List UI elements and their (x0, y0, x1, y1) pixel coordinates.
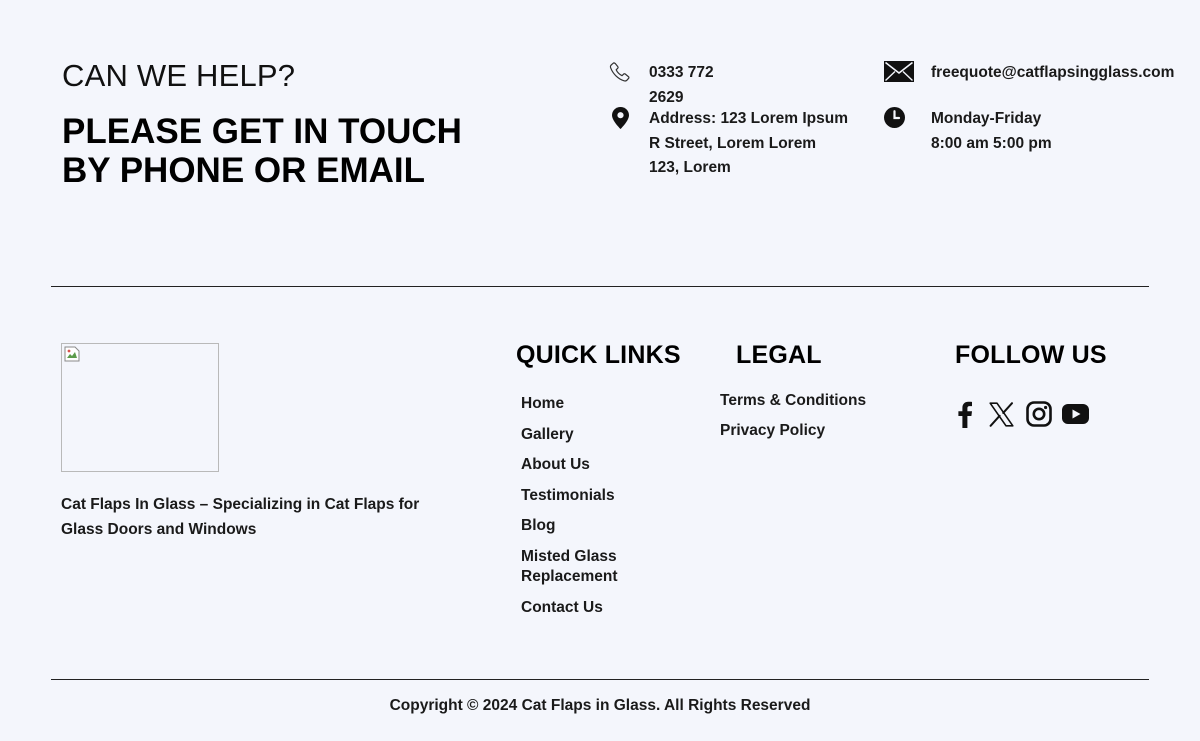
youtube-icon[interactable] (1057, 398, 1094, 430)
section-divider (51, 286, 1149, 287)
legal-link-terms[interactable]: Terms & Conditions (720, 391, 866, 412)
instagram-icon[interactable] (1020, 398, 1057, 430)
hours-line-1: Monday-Friday (931, 110, 1042, 127)
phone-icon (609, 61, 631, 83)
hours-line-2: 8:00 am 5:00 pm (931, 134, 1052, 152)
site-logo[interactable] (61, 343, 219, 472)
quick-links-heading: QUICK LINKS (516, 341, 681, 369)
quick-link-about-us[interactable]: About Us (521, 455, 651, 476)
quick-link-contact-us[interactable]: Contact Us (521, 598, 651, 619)
quick-link-home[interactable]: Home (521, 394, 651, 415)
quick-link-gallery[interactable]: Gallery (521, 425, 651, 446)
follow-us-heading: FOLLOW US (955, 341, 1107, 369)
copyright-text: Copyright © 2024 Cat Flaps in Glass. All… (389, 697, 811, 714)
address: Address: 123 Lorem Ipsum R Street, Lorem… (649, 107, 848, 181)
map-pin-icon (612, 107, 629, 129)
address-line-2: R Street, Lorem Lorem (649, 134, 817, 152)
email-link[interactable]: freequote@catflapsingglass.com (931, 61, 1174, 86)
address-line-3: 123, Lorem (649, 159, 731, 176)
facebook-icon[interactable] (946, 398, 983, 430)
legal-heading: LEGAL (736, 341, 822, 369)
opening-hours: Monday-Friday 8:00 am 5:00 pm (931, 107, 1052, 156)
quick-links-list: Home Gallery About Us Testimonials Blog … (521, 394, 651, 628)
legal-links-list: Terms & Conditions Privacy Policy (720, 391, 866, 451)
broken-image-icon (64, 346, 80, 362)
envelope-icon (884, 61, 914, 82)
clock-icon (884, 107, 905, 128)
quick-link-misted-glass[interactable]: Misted Glass Replacement (521, 547, 651, 588)
help-kicker: CAN WE HELP? (62, 58, 296, 93)
help-title: PLEASE GET IN TOUCH BY PHONE OR EMAIL (62, 112, 462, 190)
phone-line-1: 0333 772 (649, 64, 714, 81)
phone-number[interactable]: 0333 772 2629 (649, 61, 714, 110)
footer-divider (51, 679, 1149, 680)
brand-tagline: Cat Flaps In Glass – Specializing in Cat… (61, 496, 420, 538)
social-links (946, 398, 1094, 430)
quick-link-testimonials[interactable]: Testimonials (521, 486, 651, 507)
address-line-1: Address: 123 Lorem Ipsum (649, 110, 848, 127)
quick-link-blog[interactable]: Blog (521, 516, 651, 537)
x-twitter-icon[interactable] (983, 398, 1020, 430)
legal-link-privacy[interactable]: Privacy Policy (720, 421, 866, 442)
